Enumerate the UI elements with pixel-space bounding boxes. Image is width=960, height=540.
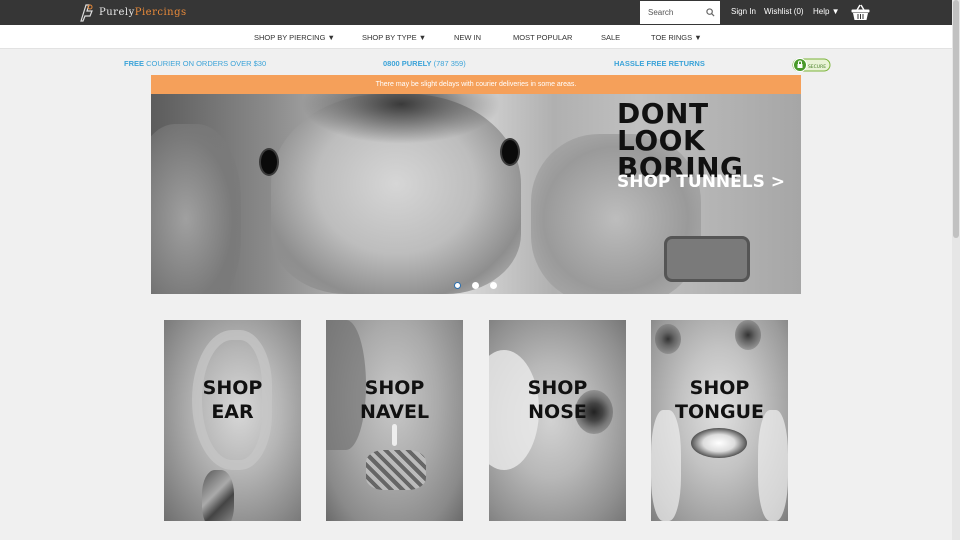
carousel-dot-1[interactable] [454, 282, 461, 289]
delivery-notice-banner: There may be slight delays with courier … [151, 75, 801, 94]
search-icon[interactable] [700, 1, 720, 24]
category-tile-navel[interactable]: SHOP NAVEL [326, 320, 463, 521]
basket-icon[interactable] [851, 4, 870, 21]
site-logo[interactable]: PurelyPiercings [78, 2, 187, 23]
hero-cta-shop-tunnels[interactable]: SHOP TUNNELS > [617, 172, 785, 192]
hero-image-hand-left [151, 124, 241, 294]
tile-ear-plug [202, 470, 234, 521]
tile-ear-line1: SHOP [202, 377, 263, 399]
tile-tongue-line2: TONGUE [674, 401, 765, 423]
page-scrollbar[interactable] [952, 0, 960, 540]
tile-tongue-mouth [691, 428, 747, 458]
nav-sale[interactable]: SALE [601, 33, 620, 42]
hero-tunnel-right [500, 138, 520, 166]
phone-bold: 0800 PURELY [383, 59, 432, 68]
free-shipping-bold: FREE [124, 59, 145, 68]
tile-nose-line2: NOSE [528, 401, 587, 423]
logo-text: PurelyPiercings [99, 7, 187, 18]
top-bar: PurelyPiercings Search Sign In Wishlist … [0, 0, 952, 25]
tile-nose-line1: SHOP [527, 377, 588, 399]
carousel-dot-2[interactable] [472, 282, 479, 289]
returns-text: HASSLE FREE RETURNS [614, 59, 705, 68]
free-shipping-text: COURIER ON ORDERS OVER $30 [144, 59, 267, 68]
phone-number: (787 359) [431, 59, 466, 68]
logo-emblem-icon [78, 3, 96, 23]
category-tile-ear[interactable]: SHOP EAR [164, 320, 301, 521]
logo-text-part2: Piercings [134, 7, 187, 18]
category-tile-nose[interactable]: SHOP NOSE [489, 320, 626, 521]
wishlist-link[interactable]: Wishlist (0) [764, 7, 804, 16]
hero-image-watch [664, 236, 750, 282]
tile-label-nose: SHOP NOSE [489, 376, 626, 424]
secure-badge-icon: SECURE [792, 55, 831, 73]
tile-tongue-hand-right [758, 410, 788, 521]
secure-badge-label: SECURE [808, 64, 826, 70]
nav-most-popular[interactable]: MOST POPULAR [513, 33, 572, 42]
nav-shop-by-type[interactable]: SHOP BY TYPE ▼ [362, 33, 426, 42]
tile-navel-line1: SHOP [364, 377, 425, 399]
tile-label-tongue: SHOP TONGUE [651, 376, 788, 424]
tile-navel-line2: NAVEL [359, 401, 430, 423]
tile-tongue-line1: SHOP [689, 377, 750, 399]
main-nav: SHOP BY PIERCING ▼ SHOP BY TYPE ▼ NEW IN… [0, 25, 952, 49]
hero-headline-line1: DONT LOOK [617, 97, 709, 157]
nav-new-in[interactable]: NEW IN [454, 33, 481, 42]
carousel-dot-3[interactable] [490, 282, 497, 289]
free-shipping-usp: FREE COURIER ON ORDERS OVER $30 [124, 59, 266, 68]
phone-usp[interactable]: 0800 PURELY (787 359) [383, 59, 466, 68]
returns-usp: HASSLE FREE RETURNS [614, 59, 705, 68]
tile-navel-jewel [392, 424, 397, 446]
tile-label-ear: SHOP EAR [164, 376, 301, 424]
logo-text-part1: Purely [99, 7, 135, 18]
carousel-dots [454, 282, 497, 289]
help-menu[interactable]: Help ▼ [813, 7, 840, 16]
tile-tongue-eye-right [735, 320, 761, 350]
hero-headline: DONT LOOK BORING [617, 97, 801, 182]
category-tile-tongue[interactable]: SHOP TONGUE [651, 320, 788, 521]
tile-navel-fabric [366, 450, 426, 490]
hero-carousel[interactable]: DONT LOOK BORING SHOP TUNNELS > [151, 94, 801, 294]
tile-ear-line2: EAR [211, 401, 254, 423]
scrollbar-thumb[interactable] [953, 0, 959, 238]
nav-toe-rings[interactable]: TOE RINGS ▼ [651, 33, 702, 42]
search-placeholder: Search [648, 8, 674, 17]
tile-label-navel: SHOP NAVEL [326, 376, 463, 424]
search-input[interactable]: Search [640, 1, 720, 24]
hero-tunnel-left [259, 148, 279, 176]
tile-tongue-eye-left [655, 324, 681, 354]
tile-tongue-hand-left [651, 410, 681, 521]
nav-shop-by-piercing[interactable]: SHOP BY PIERCING ▼ [254, 33, 335, 42]
sign-in-link[interactable]: Sign In [731, 7, 756, 16]
